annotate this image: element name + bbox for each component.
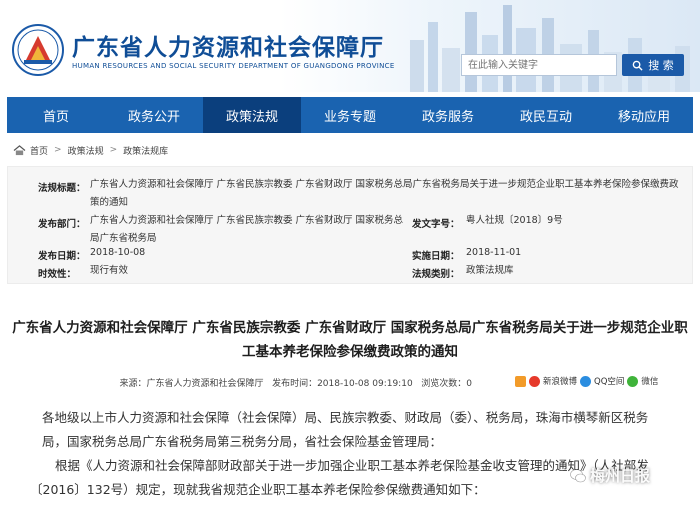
article-source: 来源：广东省人力资源和社会保障厅 (119, 379, 264, 389)
ministry-emblem-logo (12, 24, 64, 76)
dept-label: 发布部门： (38, 219, 86, 230)
nav-item-services[interactable]: 政务服务 (399, 97, 497, 133)
category-value: 政策法规库 (466, 265, 514, 276)
home-icon (13, 144, 26, 155)
main-nav: 首页 政务公开 政策法规 业务专题 政务服务 政民互动 移动应用 (7, 97, 693, 133)
title-label: 法规标题： (38, 183, 86, 194)
share-plus-icon[interactable] (515, 375, 526, 387)
nav-item-interaction[interactable]: 政民互动 (497, 97, 595, 133)
watermark-text: 梅州日报 (590, 467, 651, 485)
wechat-logo-icon (570, 468, 586, 482)
regulation-info-box: 法规标题： 广东省人力资源和社会保障厅 广东省民族宗教委 广东省财政厅 国家税务… (7, 166, 693, 284)
site-header: 广东省人力资源和社会保障厅 HUMAN RESOURCES AND SOCIAL… (0, 0, 700, 92)
impl-date-label: 实施日期： (412, 251, 460, 262)
article-view-count: 浏览次数：0 (421, 379, 472, 389)
share-bar: 新浪微博 QQ空间 微信 (515, 375, 658, 387)
share-weibo-label[interactable]: 新浪微博 (543, 375, 577, 387)
nav-item-gov-affairs-open[interactable]: 政务公开 (105, 97, 203, 133)
doc-no-label: 发文字号： (412, 219, 460, 230)
city-skyline-banner (410, 5, 690, 92)
impl-date-value: 2018-11-01 (466, 247, 522, 258)
newspaper-watermark: 梅州日报 (570, 465, 650, 486)
doc-no-value: 粤人社规〔2018〕9号 (466, 215, 563, 226)
nav-item-policies[interactable]: 政策法规 (203, 97, 301, 133)
nav-item-home[interactable]: 首页 (7, 97, 105, 133)
article-publish-time: 发布时间：2018-10-08 09:19:10 (272, 379, 413, 389)
title-value: 广东省人力资源和社会保障厅 广东省民族宗教委 广东省财政厅 国家税务总局广东省税… (90, 179, 679, 208)
dept-value: 广东省人力资源和社会保障厅 广东省民族宗教委 广东省财政厅 国家税务总局广东省税… (90, 215, 404, 244)
article-info-line: 来源：广东省人力资源和社会保障厅 发布时间：2018-10-08 09:19:1… (12, 376, 472, 389)
wechat-icon[interactable] (627, 375, 639, 387)
weibo-icon[interactable] (529, 375, 540, 387)
breadcrumb-separator: > (54, 145, 62, 155)
pub-date-value: 2018-10-08 (90, 247, 146, 258)
search-button[interactable]: 搜 索 (622, 54, 684, 76)
breadcrumb-home[interactable]: 首页 (30, 144, 48, 157)
search-button-label: 搜 索 (648, 59, 674, 72)
validity-value: 现行有效 (90, 265, 129, 276)
search-input[interactable] (461, 54, 617, 76)
validity-label: 时效性： (38, 269, 77, 280)
site-title: 广东省人力资源和社会保障厅 (72, 35, 384, 61)
breadcrumb-policy-library[interactable]: 政策法规库 (123, 144, 168, 157)
search-icon (632, 60, 643, 71)
qzone-icon[interactable] (580, 375, 592, 387)
article-paragraph-1: 各地级以上市人力资源和社会保障（社会保障）局、民族宗教委、财政局（委）、税务局，… (42, 410, 649, 449)
article-title: 广东省人力资源和社会保障厅 广东省民族宗教委 广东省财政厅 国家税务总局广东省税… (12, 320, 688, 360)
nav-item-topics[interactable]: 业务专题 (301, 97, 399, 133)
share-wechat-label[interactable]: 微信 (641, 375, 658, 387)
breadcrumb: 首页 > 政策法规 > 政策法规库 (7, 140, 693, 160)
breadcrumb-policies[interactable]: 政策法规 (68, 144, 104, 157)
nav-item-mobile[interactable]: 移动应用 (595, 97, 693, 133)
site-subtitle: HUMAN RESOURCES AND SOCIAL SECURITY DEPA… (72, 62, 395, 70)
category-label: 法规类别： (412, 269, 460, 280)
pub-date-label: 发布日期： (38, 251, 86, 262)
share-qzone-label[interactable]: QQ空间 (594, 375, 624, 387)
breadcrumb-separator: > (109, 145, 118, 155)
